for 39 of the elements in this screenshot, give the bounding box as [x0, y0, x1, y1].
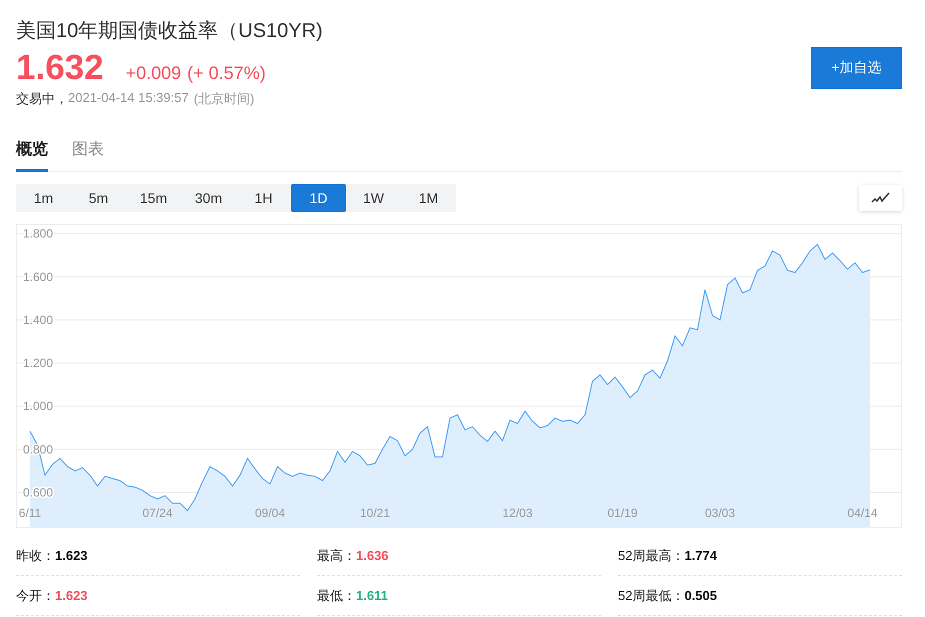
stat-label: 今开：: [16, 588, 55, 603]
stat-value: 1.774: [684, 548, 718, 563]
y-axis-label: 1.800: [23, 226, 54, 241]
add-watchlist-button[interactable]: +加自选: [811, 47, 902, 89]
line-chart-icon: [870, 192, 890, 204]
y-axis-label: 1.400: [23, 312, 54, 327]
stat-value: 1.611: [356, 588, 388, 603]
period-button[interactable]: 1D: [291, 184, 346, 212]
trading-status: 交易中，: [16, 90, 68, 108]
price-change: +0.009: [126, 63, 182, 84]
chart-type-button[interactable]: [859, 185, 902, 211]
y-axis-label: 1.000: [23, 399, 54, 414]
stat-value: 1.623: [55, 548, 88, 563]
y-axis-label: 1.600: [23, 270, 54, 284]
stat-value: 1.623: [55, 588, 88, 603]
x-axis-label: 12/03: [502, 506, 533, 520]
stat-value: 1.636: [356, 548, 389, 563]
x-axis-label: 01/19: [607, 506, 638, 520]
x-axis-label: 04/14: [847, 506, 878, 520]
stat-value: 0.505: [684, 588, 718, 603]
page-title: 美国10年期国债收益率（US10YR): [16, 19, 323, 44]
tab[interactable]: 概览: [16, 131, 48, 172]
timezone: (北京时间): [194, 90, 254, 108]
x-axis-label: 6/11: [18, 506, 42, 520]
stat-label: 52周最低：: [618, 588, 684, 603]
y-axis-label: 1.200: [23, 356, 54, 370]
x-axis-label: 03/03: [704, 506, 736, 520]
price-change-percent: (+ 0.57%): [187, 63, 266, 84]
x-axis-label: 07/24: [142, 506, 173, 520]
timestamp: 2021-04-14 15:39:57: [68, 90, 189, 107]
stat-label: 昨收：: [16, 548, 55, 563]
stat-label: 52周最高：: [618, 548, 684, 563]
stat-label: 最高：: [317, 548, 356, 563]
y-axis-label: 0.600: [23, 485, 54, 500]
x-axis-label: 09/04: [254, 506, 286, 520]
price: 1.632: [16, 48, 104, 88]
x-axis-label: 10/21: [360, 506, 390, 520]
tab[interactable]: 图表: [72, 131, 104, 172]
stat-label: 最低：: [317, 588, 356, 603]
